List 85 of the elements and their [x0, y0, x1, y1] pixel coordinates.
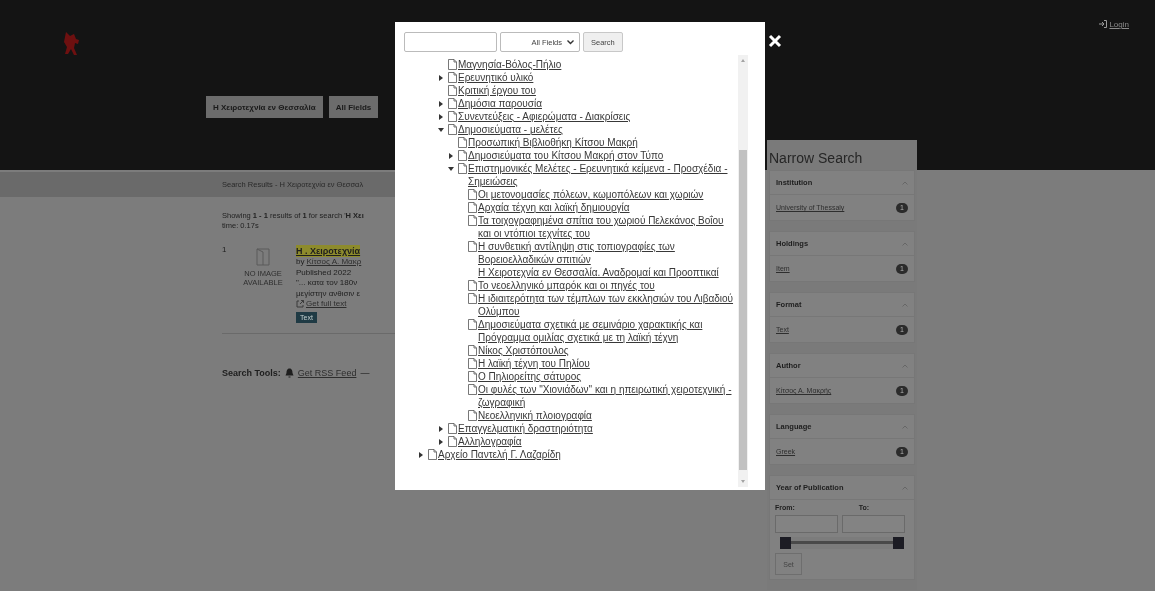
snippet-text: "... κατα τον 180ν — [296, 278, 358, 289]
result-title-link[interactable]: Η . Χειροτεχνία — [296, 245, 361, 257]
caret-right-icon[interactable] — [418, 451, 424, 458]
document-icon — [448, 98, 457, 109]
tree-item-link[interactable]: Νίκος Χριστόπουλος — [478, 344, 737, 357]
document-icon — [468, 384, 477, 395]
document-icon — [468, 371, 477, 382]
chevron-up-icon — [902, 180, 908, 185]
document-icon — [448, 423, 457, 434]
tree-item-link[interactable]: Δημοσιεύματα του Κίτσου Μακρή στον Τύπο — [468, 149, 737, 162]
tree-item-link[interactable]: Ο Πηλιορείτης σάτυρος — [478, 370, 737, 383]
from-year-field[interactable] — [775, 515, 838, 533]
separator-dash: — — [360, 367, 370, 378]
caret-down-icon[interactable] — [448, 165, 454, 172]
chevron-up-icon — [902, 485, 908, 490]
document-icon — [448, 59, 457, 70]
document-icon — [468, 215, 477, 226]
document-icon — [448, 85, 457, 96]
external-link-icon — [296, 300, 304, 309]
document-icon — [458, 137, 467, 148]
tree-item-link[interactable]: Οι μετονομασίες πόλεων, κωμοπόλεων και χωριών — [478, 188, 737, 201]
document-icon — [468, 345, 477, 356]
tree-item-link[interactable]: Η συνθετική αντίληψη στις τοπιογραφίες των Βορειοελλαδικών σπιτιών — [478, 240, 737, 266]
tree-item-link[interactable]: Δημόσια παρουσία — [458, 97, 737, 110]
sidebar-title: Narrow Search — [769, 150, 864, 166]
tree-item-link[interactable]: Επιστημονικές Μελέτες - Ερευνητικά κείμενα - Προσχέδια - Σημειώσεις — [468, 162, 737, 188]
tree-item-link[interactable]: Δημοσιεύματα σχετικά με σεμινάριο χαρακτικής και Πρόγραμμα ομιλίας σχετικά με τη λαϊκή τέχνη — [478, 318, 737, 344]
tree-item-link[interactable]: Κριτική έργου του — [458, 84, 737, 97]
tree-item-link[interactable]: Αρχαία τέχνη και λαϊκή δημιουργία — [478, 201, 737, 214]
caret-right-icon[interactable] — [438, 113, 444, 120]
tree-item-link[interactable]: Ερευνητικό υλικό — [458, 71, 737, 84]
close-icon[interactable] — [768, 34, 782, 48]
search-field[interactable] — [404, 32, 497, 52]
chevron-down-icon — [567, 39, 574, 45]
search-tools-label: Search Tools: — [222, 367, 281, 378]
scrollbar-drawing[interactable] — [738, 55, 748, 487]
chevron-up-icon — [902, 241, 908, 246]
published-text: Published 2022 — [296, 267, 352, 278]
chevron-up-icon — [902, 363, 908, 368]
document-icon — [468, 293, 477, 304]
tree-item-link[interactable]: Η ιδιαιτερότητα των τέμπλων των εκκλησιών του Λιβαδιού Ολύμπου — [478, 292, 737, 318]
bell-icon — [284, 367, 294, 378]
chevron-up-icon — [902, 302, 908, 307]
chevron-up-icon — [902, 424, 908, 429]
tree-item-link[interactable]: Τα τοιχογραφημένα σπίτια του χωριού Πελεκάνος Βοΐου και οι ντόπιοι τεχνίτες του — [478, 214, 737, 240]
tree-item-link[interactable]: Νεοελληνική πλοιογραφία — [478, 409, 737, 422]
tree-item-link[interactable]: Η Χειροτεχνία εν Θεσσαλία. Αναδρομαί και Προοπτικαί — [478, 266, 737, 279]
caret-right-icon[interactable] — [438, 438, 444, 445]
tree-item-link[interactable]: Το νεοελληνικό μπαρόκ και οι πηγές του — [478, 279, 737, 292]
tree-item-link[interactable]: Συνεντεύξεις - Αφιερώματα - Διακρίσεις — [458, 110, 737, 123]
to-year-field[interactable] — [842, 515, 905, 533]
snippet-text: μεγίστην ανθισιν ε — [296, 288, 361, 299]
document-icon — [468, 189, 477, 200]
tree-item-link[interactable]: Προσωπική Βιβλιοθήκη Κίτσου Μακρή — [468, 136, 737, 149]
document-icon — [448, 72, 457, 83]
document-icon — [468, 358, 477, 369]
caret-right-icon[interactable] — [438, 100, 444, 107]
document-icon — [468, 241, 477, 252]
document-icon — [458, 150, 467, 161]
caret-right-icon[interactable] — [438, 74, 444, 81]
caret-right-icon[interactable] — [448, 152, 454, 159]
tree-item-link[interactable]: Αλληλογραφία — [458, 435, 737, 448]
document-icon — [448, 111, 457, 122]
document-icon — [428, 449, 437, 460]
book-icon — [256, 248, 270, 266]
tree-item-link[interactable]: Επαγγελματική δραστηριότητα — [458, 422, 737, 435]
login-link[interactable]: Login — [1099, 20, 1129, 30]
tree-item-link[interactable]: Οι φυλές των "Χιονιάδων" και η ηπειρωτική χειροτεχνική - ζωγραφική — [478, 383, 737, 409]
tree-item-link[interactable]: Αρχείο Παντελή Γ. Λαζαρίδη — [438, 448, 737, 461]
document-icon — [448, 436, 457, 447]
document-icon — [468, 280, 477, 291]
document-icon — [468, 319, 477, 330]
login-icon — [1099, 20, 1108, 28]
document-icon — [468, 410, 477, 421]
tree-item-link[interactable]: Η λαϊκή τέχνη του Πηλίου — [478, 357, 737, 370]
result-number: 1 — [222, 245, 228, 256]
by-label: by — [296, 257, 305, 268]
document-icon — [468, 202, 477, 213]
caret-right-icon[interactable] — [438, 425, 444, 432]
range-slider[interactable] — [780, 537, 904, 549]
tree-item-link[interactable]: Μαγνησία-Βόλος-Πήλιο — [458, 58, 737, 71]
tree-item-link[interactable]: Δημοσιεύματα - μελέτες — [458, 123, 737, 136]
caret-down-icon[interactable] — [438, 126, 444, 133]
document-icon — [458, 163, 467, 174]
document-icon — [448, 124, 457, 135]
